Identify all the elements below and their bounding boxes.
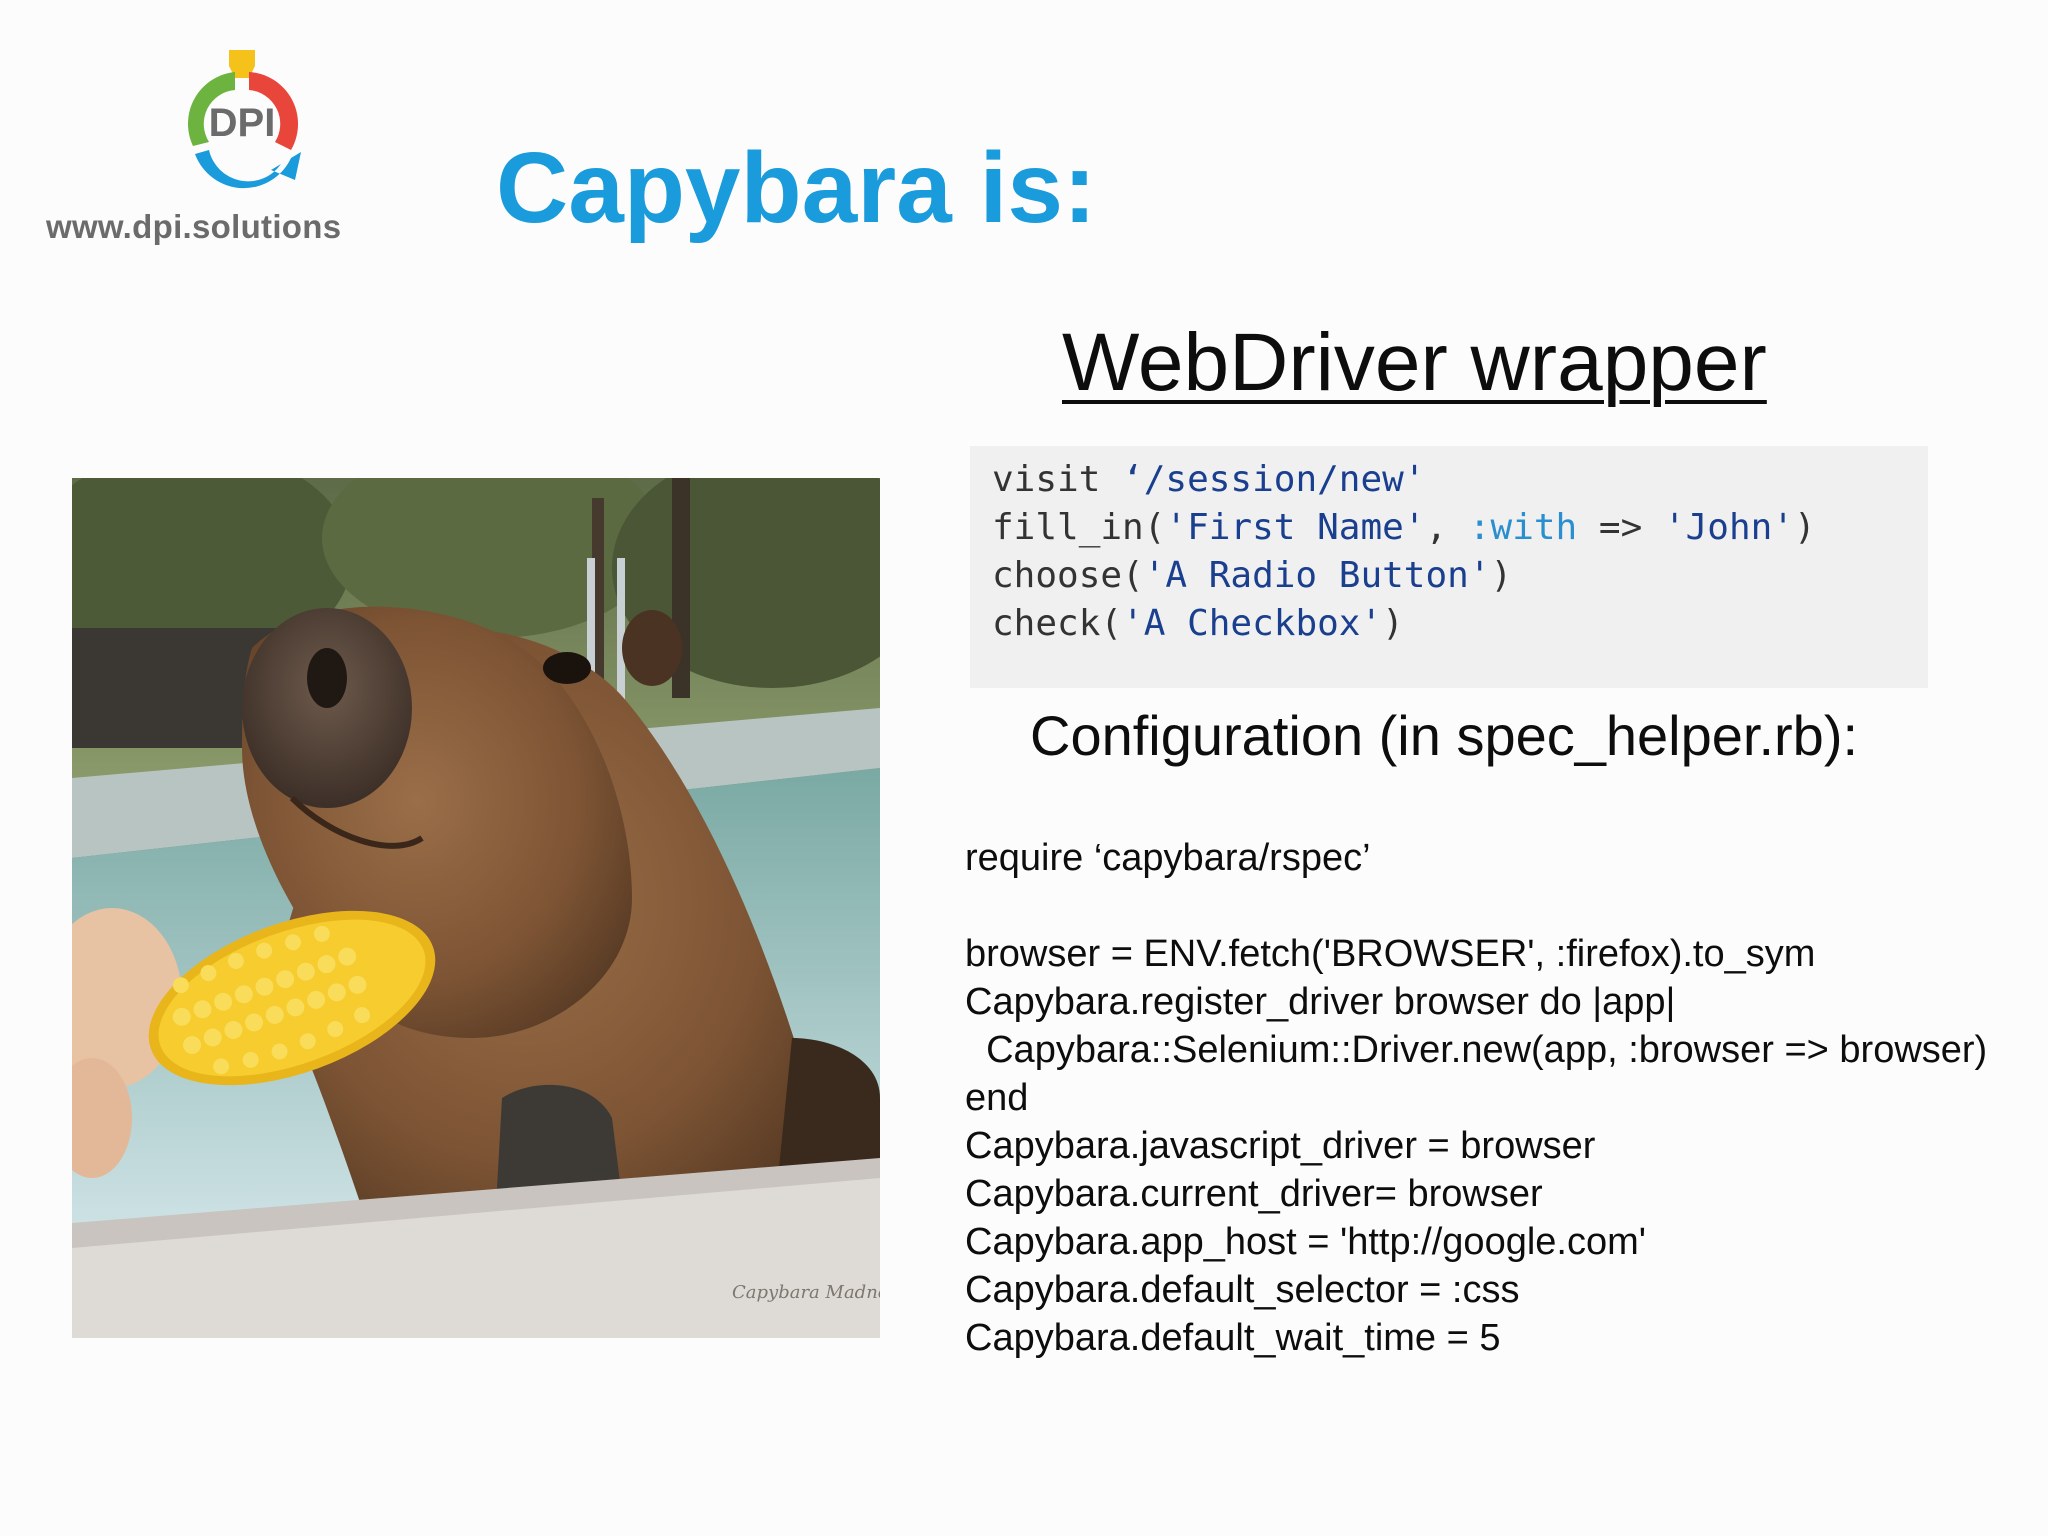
config-line: Capybara.app_host = 'http://google.com'	[965, 1221, 1647, 1263]
code-plain: )	[1793, 507, 1816, 548]
code-line: choose('A Radio Button')	[992, 552, 1928, 600]
dpi-logo-mark: DPI	[188, 50, 301, 189]
dpi-logo-text: DPI	[209, 101, 276, 145]
code-symbol: :with	[1468, 507, 1578, 548]
code-plain: choose(	[992, 555, 1144, 596]
code-plain: ,	[1425, 507, 1469, 548]
code-plain: =>	[1577, 507, 1664, 548]
config-code-block: require ‘capybara/rspec’ browser = ENV.f…	[965, 834, 2040, 1362]
code-plain: visit	[992, 459, 1123, 500]
config-line: Capybara.register_driver browser do |app…	[965, 981, 1676, 1023]
code-string: 'A Checkbox'	[1122, 603, 1383, 644]
logo-url: www.dpi.solutions	[46, 208, 342, 245]
code-plain: fill_in(	[992, 507, 1166, 548]
code-plain: )	[1382, 603, 1404, 644]
config-line: Capybara.current_driver= browser	[965, 1173, 1543, 1215]
dpi-logo: DPI www.dpi.solutions	[40, 40, 400, 260]
code-line: check('A Checkbox')	[992, 600, 1928, 648]
capybara-photo: Capybara Madness	[72, 478, 880, 1338]
config-line: Capybara::Selenium::Driver.new(app, :bro…	[965, 1029, 1988, 1071]
config-line: Capybara.default_selector = :css	[965, 1269, 1520, 1311]
config-line: end	[965, 1077, 1029, 1119]
code-string: 'First Name'	[1165, 507, 1426, 548]
config-line: require ‘capybara/rspec’	[965, 837, 1371, 879]
code-string: 'John'	[1663, 507, 1794, 548]
code-string: ‘/session/new'	[1122, 459, 1426, 500]
photo-watermark: Capybara Madness	[732, 1282, 880, 1303]
config-line: Capybara.default_wait_time = 5	[965, 1317, 1501, 1359]
code-example-box: visit ‘/session/new' fill_in('First Name…	[970, 446, 1928, 688]
slide-title: Capybara is:	[496, 132, 1097, 244]
config-line: browser = ENV.fetch('BROWSER', :firefox)…	[965, 933, 1816, 975]
code-line: fill_in('First Name', :with => 'John')	[992, 504, 1928, 552]
code-line: visit ‘/session/new'	[992, 456, 1928, 504]
subtitle-webdriver-wrapper: WebDriver wrapper	[1062, 317, 1767, 408]
code-string: 'A Radio Button'	[1143, 555, 1491, 596]
code-plain: )	[1490, 555, 1513, 596]
slide: DPI www.dpi.solutions Capybara is: Capyb…	[0, 0, 2048, 1536]
config-line	[965, 882, 2040, 930]
code-plain: check(	[992, 603, 1123, 644]
config-heading: Configuration (in spec_helper.rb):	[1030, 704, 1859, 767]
capybara-illustration: Capybara Madness	[72, 478, 880, 1338]
config-line: Capybara.javascript_driver = browser	[965, 1125, 1596, 1167]
